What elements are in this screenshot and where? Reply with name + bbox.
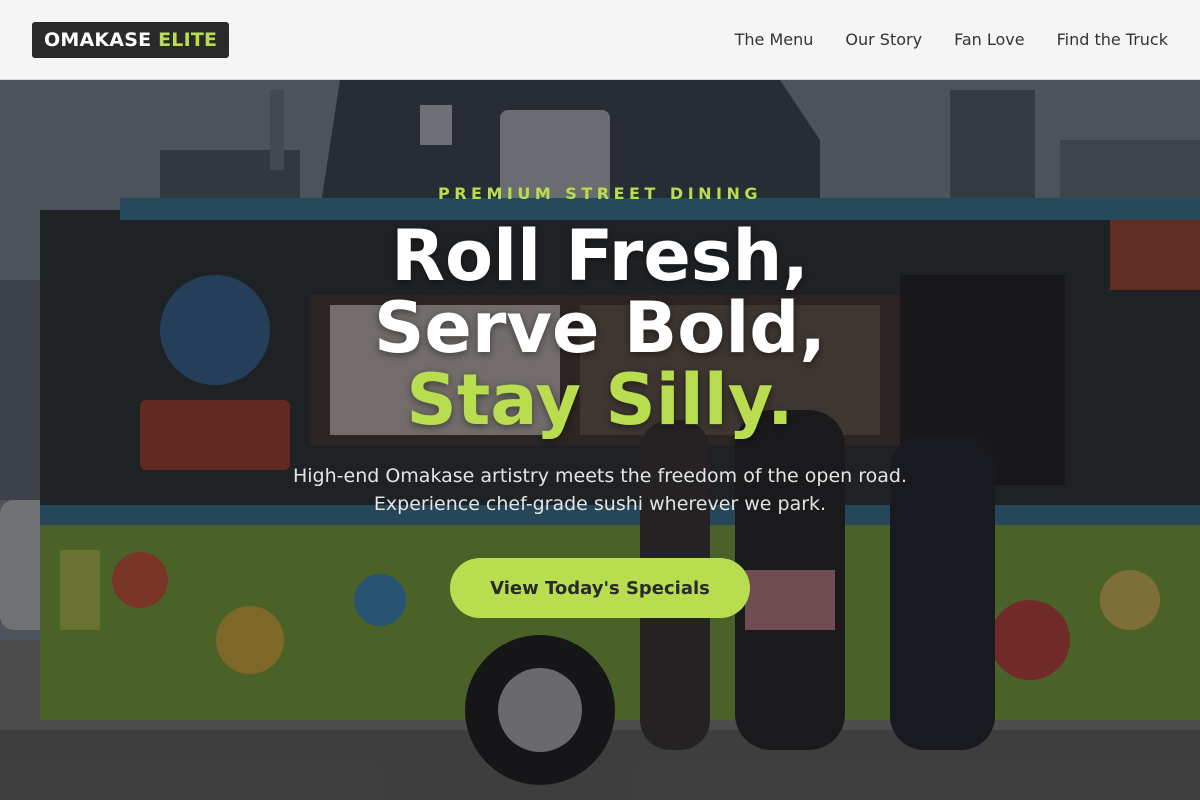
headline-line-2: Serve Bold, [373, 287, 827, 369]
nav-link-our-story[interactable]: Our Story [845, 30, 922, 49]
hero-eyebrow: PREMIUM STREET DINING [437, 184, 763, 203]
headline-line-1: Roll Fresh, [391, 215, 809, 297]
hero-subtext: High-end Omakase artistry meets the free… [0, 462, 1200, 518]
subtext-line-2: Experience chef-grade sushi wherever we … [373, 493, 827, 515]
brand-name-main: OMAKASE [44, 28, 152, 51]
headline-line-3: Stay Silly. [406, 359, 794, 441]
nav-link-fan-love[interactable]: Fan Love [954, 30, 1025, 49]
nav-link-find-truck[interactable]: Find the Truck [1057, 30, 1168, 49]
top-navigation: OMAKASE ELITE The Menu Our Story Fan Lov… [0, 0, 1200, 80]
nav-link-menu[interactable]: The Menu [735, 30, 814, 49]
nav-links: The Menu Our Story Fan Love Find the Tru… [735, 30, 1168, 49]
subtext-line-1: High-end Omakase artistry meets the free… [292, 465, 907, 487]
brand-logo[interactable]: OMAKASE ELITE [32, 21, 230, 58]
view-specials-button[interactable]: View Today's Specials [450, 558, 750, 618]
hero-headline: Roll Fresh, Serve Bold, Stay Silly. [0, 220, 1200, 436]
brand-name-accent: ELITE [158, 28, 218, 51]
